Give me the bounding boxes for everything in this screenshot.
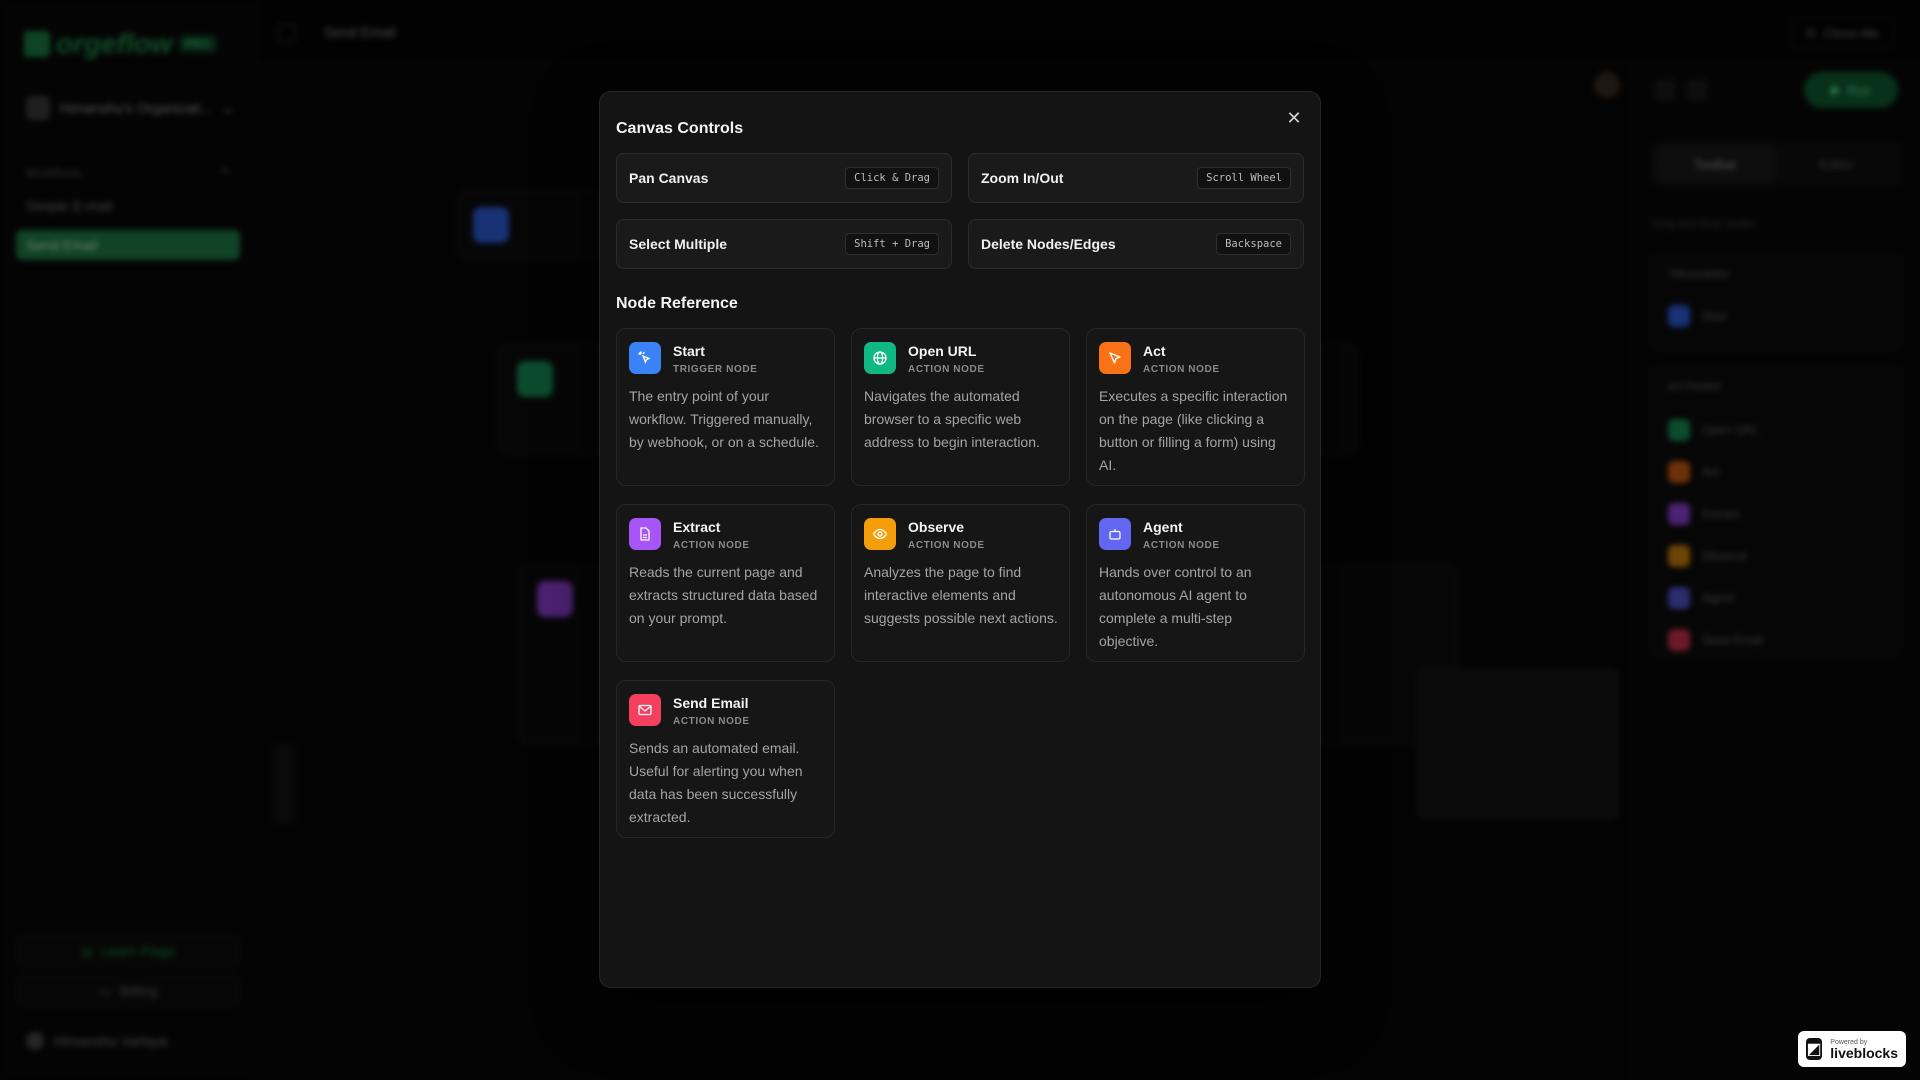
eye-icon (864, 518, 896, 550)
mail-icon (629, 694, 661, 726)
node-type: ACTION NODE (673, 540, 750, 551)
node-type: ACTION NODE (908, 364, 985, 375)
node-description: Sends an automated email. Useful for ale… (629, 740, 803, 825)
node-description: Navigates the automated browser to a spe… (864, 388, 1040, 450)
control-pan-canvas: Pan Canvas Click & Drag (616, 153, 952, 203)
node-description: Hands over control to an autonomous AI a… (1099, 564, 1252, 649)
control-delete: Delete Nodes/Edges Backspace (968, 219, 1304, 269)
shortcut-key: Backspace (1216, 233, 1291, 255)
node-name: Observe (908, 519, 965, 535)
liveblocks-badge[interactable]: ◩ Powered by liveblocks (1798, 1031, 1906, 1067)
node-card-start: Start TRIGGER NODE The entry point of yo… (616, 328, 835, 486)
close-icon: ✕ (1286, 107, 1302, 128)
control-label: Zoom In/Out (981, 170, 1064, 186)
control-label: Delete Nodes/Edges (981, 236, 1116, 252)
node-name: Open URL (908, 343, 977, 359)
node-name: Act (1143, 343, 1166, 359)
node-type: ACTION NODE (1143, 364, 1220, 375)
node-name: Extract (673, 519, 721, 535)
node-card-agent: Agent ACTION NODE Hands over control to … (1086, 504, 1305, 662)
shortcut-key: Shift + Drag (845, 233, 939, 255)
node-type: TRIGGER NODE (673, 364, 758, 375)
close-button[interactable]: ✕ (1282, 106, 1306, 130)
globe-icon (864, 342, 896, 374)
pointer-click-icon (629, 342, 661, 374)
node-type: ACTION NODE (1143, 540, 1220, 551)
node-card-send-email: Send Email ACTION NODE Sends an automate… (616, 680, 835, 838)
node-description: Executes a specific interaction on the p… (1099, 388, 1288, 473)
node-name: Agent (1143, 519, 1183, 535)
shortcut-key: Scroll Wheel (1197, 167, 1291, 189)
node-card-act: Act ACTION NODE Executes a specific inte… (1086, 328, 1305, 486)
liveblocks-logo-icon: ◩ (1806, 1038, 1823, 1060)
control-zoom: Zoom In/Out Scroll Wheel (968, 153, 1304, 203)
node-name: Send Email (673, 695, 749, 711)
node-name: Start (673, 343, 705, 359)
control-label: Pan Canvas (629, 170, 709, 186)
node-card-open-url: Open URL ACTION NODE Navigates the autom… (851, 328, 1070, 486)
node-card-observe: Observe ACTION NODE Analyzes the page to… (851, 504, 1070, 662)
badge-brand: liveblocks (1830, 1044, 1898, 1061)
help-modal: ✕ Canvas Controls Pan Canvas Click & Dra… (599, 91, 1321, 988)
node-description: Analyzes the page to find interactive el… (864, 564, 1058, 626)
node-type: ACTION NODE (908, 540, 985, 551)
node-description: Reads the current page and extracts stru… (629, 564, 818, 626)
node-type: ACTION NODE (673, 716, 750, 727)
cursor-icon (1099, 342, 1131, 374)
node-card-extract: Extract ACTION NODE Reads the current pa… (616, 504, 835, 662)
canvas-controls-title: Canvas Controls (616, 120, 744, 137)
control-select-multiple: Select Multiple Shift + Drag (616, 219, 952, 269)
node-reference-title: Node Reference (616, 295, 738, 312)
node-description: The entry point of your workflow. Trigge… (629, 388, 819, 450)
document-icon (629, 518, 661, 550)
control-label: Select Multiple (629, 236, 728, 252)
shortcut-key: Click & Drag (845, 167, 939, 189)
robot-icon (1099, 518, 1131, 550)
